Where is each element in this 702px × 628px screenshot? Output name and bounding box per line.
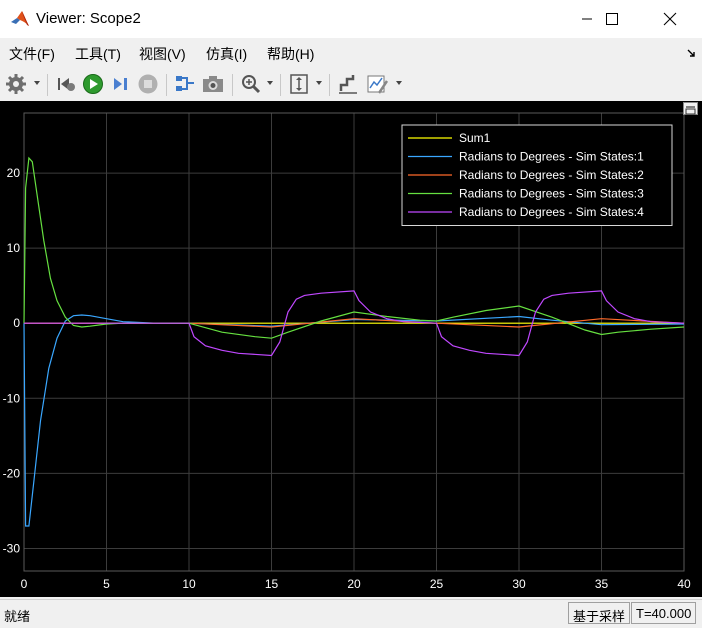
legend-label: Radians to Degrees - Sim States:4 xyxy=(459,205,644,219)
highlight-block-button[interactable] xyxy=(174,71,196,97)
signal-statistics-icon xyxy=(367,75,389,94)
close-button[interactable] xyxy=(647,0,693,38)
dock-arrow-icon[interactable] xyxy=(686,48,696,58)
scale-axes-icon xyxy=(290,74,308,94)
zoom-button[interactable] xyxy=(240,71,262,97)
maximize-icon xyxy=(606,13,618,25)
status-bar: 就绪 基于采样 T=40.000 xyxy=(0,599,702,628)
signal-statistics-button[interactable] xyxy=(365,71,389,97)
x-tick-label: 40 xyxy=(677,577,691,591)
toolbar-separator xyxy=(280,74,281,96)
y-tick-label: -10 xyxy=(3,391,21,405)
x-tick-label: 25 xyxy=(430,577,444,591)
y-tick-label: 10 xyxy=(7,241,21,255)
menu-tools[interactable]: 工具(T) xyxy=(75,44,121,64)
toolbar-separator xyxy=(166,74,167,96)
x-tick-label: 35 xyxy=(595,577,609,591)
zoom-dropdown-icon[interactable] xyxy=(267,81,273,85)
menu-file[interactable]: 文件(F) xyxy=(9,44,55,64)
snapshot-button[interactable] xyxy=(201,71,225,97)
y-tick-label: 0 xyxy=(13,316,20,330)
stop-icon xyxy=(138,74,158,94)
close-icon xyxy=(663,12,677,26)
configuration-button[interactable] xyxy=(5,71,27,97)
toolbar-separator xyxy=(47,74,48,96)
toolbar xyxy=(0,68,702,100)
x-tick-label: 15 xyxy=(265,577,279,591)
step-back-button[interactable] xyxy=(55,71,77,97)
toolbar-separator xyxy=(329,74,330,96)
undock-icon xyxy=(685,106,696,115)
simulation-time: T=40.000 xyxy=(631,602,697,624)
window-title: Viewer: Scope2 xyxy=(36,10,141,27)
scope-chart[interactable]: 0 5 10 15 20 25 30 35 40 -30 -20 -10 0 10 20 Sum1 Radian… xyxy=(0,101,702,597)
x-tick-label: 20 xyxy=(347,577,361,591)
run-icon xyxy=(83,74,103,94)
x-tick-label: 10 xyxy=(182,577,196,591)
legend-label: Radians to Degrees - Sim States:1 xyxy=(459,150,644,164)
x-tick-label: 0 xyxy=(21,577,28,591)
sample-mode-indicator: 基于采样 xyxy=(568,602,631,624)
undock-button[interactable] xyxy=(683,102,698,115)
stop-button[interactable] xyxy=(137,71,159,97)
scale-axes-dropdown-icon[interactable] xyxy=(316,81,322,85)
menu-bar: 文件(F) 工具(T) 视图(V) 仿真(I) 帮助(H) xyxy=(0,40,702,66)
menu-help[interactable]: 帮助(H) xyxy=(267,44,314,64)
snapshot-icon xyxy=(203,76,223,92)
scope-plot-panel[interactable]: 0 5 10 15 20 25 30 35 40 -30 -20 -10 0 10 20 Sum1 Radian… xyxy=(0,101,702,597)
menu-view[interactable]: 视图(V) xyxy=(139,44,186,64)
highlight-block-icon xyxy=(176,76,194,91)
menu-simulation[interactable]: 仿真(I) xyxy=(206,44,247,64)
legend-label: Sum1 xyxy=(459,131,491,145)
step-back-icon xyxy=(58,78,75,91)
run-button[interactable] xyxy=(82,71,104,97)
matlab-logo-icon xyxy=(11,11,29,26)
step-forward-button[interactable] xyxy=(110,71,132,97)
signal-statistics-dropdown-icon[interactable] xyxy=(396,81,402,85)
status-ready: 就绪 xyxy=(4,609,31,624)
x-tick-label: 30 xyxy=(512,577,526,591)
title-bar[interactable]: Viewer: Scope2 xyxy=(0,0,702,38)
legend-label: Radians to Degrees - Sim States:2 xyxy=(459,168,644,182)
zoom-icon xyxy=(242,75,261,94)
y-tick-label: -30 xyxy=(3,541,21,555)
maximize-button[interactable] xyxy=(589,0,635,38)
configuration-dropdown-icon[interactable] xyxy=(34,81,40,85)
step-forward-icon xyxy=(114,78,127,90)
toolbar-separator xyxy=(232,74,233,96)
cursor-measurements-button[interactable] xyxy=(337,71,359,97)
gear-icon xyxy=(6,74,26,94)
y-tick-label: 20 xyxy=(7,166,21,180)
scope-window: Viewer: Scope2 文件(F) 工具(T) 视图(V) 仿真(I) 帮… xyxy=(0,0,702,628)
cursor-measurements-icon xyxy=(339,75,357,94)
legend-label: Radians to Degrees - Sim States:3 xyxy=(459,187,644,201)
x-tick-label: 5 xyxy=(103,577,110,591)
y-tick-label: -20 xyxy=(3,466,21,480)
scale-axes-button[interactable] xyxy=(288,71,310,97)
